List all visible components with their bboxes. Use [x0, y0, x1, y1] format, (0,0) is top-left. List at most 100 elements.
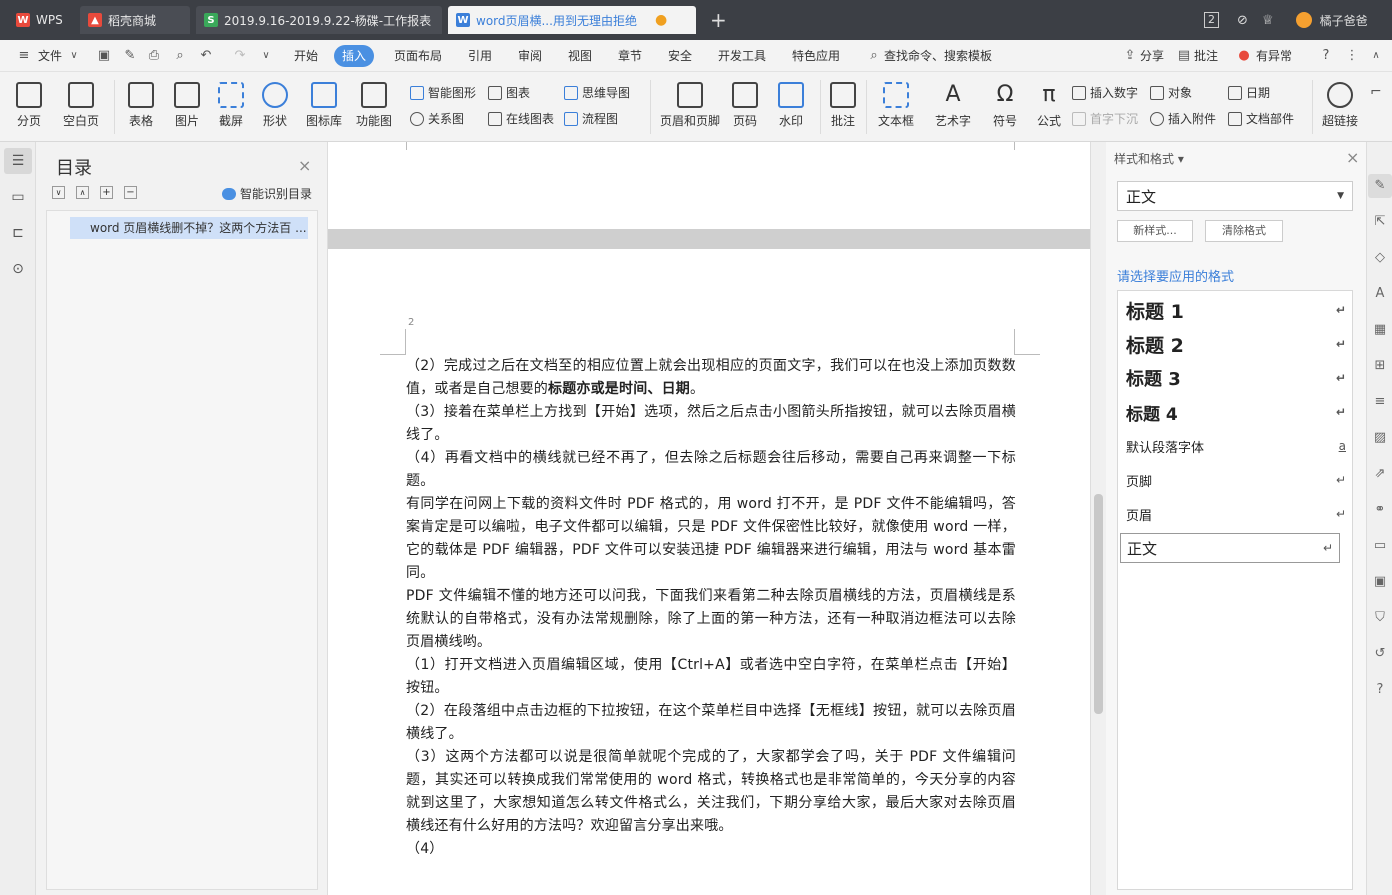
- anomaly-button[interactable]: 有异常: [1256, 40, 1292, 72]
- menu-home[interactable]: 开始: [294, 40, 318, 72]
- image-icon[interactable]: ▣: [1372, 574, 1388, 590]
- redo-icon[interactable]: ↷: [232, 48, 248, 64]
- watermark-button[interactable]: 水印: [774, 82, 808, 129]
- toc-item[interactable]: word 页眉横线删不掉？这两个方法百 ...: [70, 217, 308, 239]
- toc-list-icon[interactable]: ☰: [9, 152, 27, 170]
- more-icon[interactable]: ⋮: [1344, 48, 1360, 64]
- history-icon[interactable]: ↺: [1372, 646, 1388, 662]
- menu-chapter[interactable]: 章节: [618, 40, 642, 72]
- grid-icon[interactable]: ⊞: [1372, 358, 1388, 374]
- hyperlink-button[interactable]: 超链接: [1320, 82, 1360, 129]
- wordart-button[interactable]: A 艺术字: [930, 82, 976, 129]
- menu-page-layout[interactable]: 页面布局: [394, 40, 442, 72]
- header-footer-button[interactable]: 页眉和页脚: [658, 82, 722, 129]
- style-default-para-font[interactable]: 默认段落字体 a: [1126, 435, 1346, 457]
- collapse-ribbon-icon[interactable]: ∧: [1368, 48, 1384, 64]
- customize-quick-access-icon[interactable]: ∨: [258, 48, 274, 64]
- mindmap-button[interactable]: 思维导图: [564, 84, 630, 101]
- menu-review[interactable]: 审阅: [518, 40, 542, 72]
- flowchart-button[interactable]: 流程图: [564, 110, 618, 127]
- chevron-down-icon[interactable]: ∨: [66, 48, 82, 64]
- doc-parts-button[interactable]: 文档部件: [1228, 110, 1294, 127]
- undo-icon[interactable]: ↶: [198, 48, 214, 64]
- collapse-all-icon[interactable]: ∨: [52, 186, 65, 199]
- table-props-icon[interactable]: ▦: [1372, 322, 1388, 338]
- function-chart-button[interactable]: 功能图: [352, 82, 396, 129]
- paragraph[interactable]: PDF 文件编辑不懂的地方还可以问我，下面我们来看第二种去除页眉横线的方法，页眉…: [406, 585, 1016, 654]
- select-cursor-icon[interactable]: ⇱: [1372, 214, 1388, 230]
- share-button[interactable]: 分享: [1140, 40, 1164, 72]
- style-body-text[interactable]: 正文 ↵: [1120, 533, 1340, 563]
- paragraph[interactable]: （3）这两个方法都可以说是很简单就呢个完成的了，大家都学会了吗，关于 PDF 文…: [406, 746, 1016, 838]
- expand-plus-icon[interactable]: +: [100, 186, 113, 199]
- comment-menu-button[interactable]: 批注: [1194, 40, 1218, 72]
- drop-cap-button[interactable]: 首字下沉: [1072, 110, 1138, 127]
- command-search[interactable]: 查找命令、搜索模板: [884, 40, 992, 72]
- insert-number-button[interactable]: 插入数字: [1072, 84, 1138, 101]
- blank-page-button[interactable]: 空白页: [58, 82, 104, 129]
- shield-icon[interactable]: ⛉: [1372, 610, 1388, 626]
- menu-view[interactable]: 视图: [568, 40, 592, 72]
- paragraph[interactable]: 有同学在问网上下载的资料文件时 PDF 格式的，用 word 打不开，是 PDF…: [406, 493, 1016, 585]
- collapse-minus-icon[interactable]: −: [124, 186, 137, 199]
- tab-wps-home[interactable]: W WPS: [8, 6, 74, 34]
- save-icon[interactable]: ▣: [96, 48, 112, 64]
- menu-references[interactable]: 引用: [468, 40, 492, 72]
- style-panel-header[interactable]: 样式和格式 ▾: [1114, 150, 1184, 167]
- screenshot-button[interactable]: 截屏: [214, 82, 248, 129]
- style-heading-4[interactable]: 标题 4 ↵: [1126, 399, 1346, 425]
- picture-button[interactable]: 图片: [170, 82, 204, 129]
- close-icon[interactable]: ×: [1346, 148, 1359, 167]
- insert-comment-button[interactable]: 批注: [828, 82, 858, 129]
- style-format-icon[interactable]: ✎: [1372, 178, 1388, 194]
- user-name[interactable]: 橘子爸爸: [1320, 12, 1368, 29]
- clear-format-button[interactable]: 清除格式: [1205, 220, 1283, 242]
- paragraph[interactable]: （1）打开文档进入页眉编辑区域，使用【Ctrl+A】或者选中空白字符，在菜单栏点…: [406, 654, 1016, 700]
- relation-button[interactable]: 关系图: [410, 110, 464, 127]
- page-break-button[interactable]: 分页: [12, 82, 46, 129]
- skin-icon[interactable]: ♕: [1262, 13, 1274, 28]
- style-header[interactable]: 页眉 ↵: [1126, 503, 1346, 525]
- help-icon[interactable]: ?: [1318, 48, 1334, 64]
- menu-developer[interactable]: 开发工具: [718, 40, 766, 72]
- current-style-select[interactable]: 正文 ▼: [1117, 181, 1353, 211]
- text-effect-icon[interactable]: A: [1372, 286, 1388, 302]
- bookmark-panel-icon[interactable]: ⊏: [9, 224, 27, 242]
- paragraph[interactable]: （2）在段落组中点击边框的下拉按钮，在这个菜单栏目中选择【无框线】按钮，就可以去…: [406, 700, 1016, 746]
- tab-spreadsheet[interactable]: S 2019.9.16-2019.9.22-杨碟-工作报表: [196, 6, 442, 34]
- history-icon[interactable]: ⊘: [1237, 13, 1248, 28]
- export-icon[interactable]: ⇗: [1372, 466, 1388, 482]
- formula-button[interactable]: π 公式: [1034, 82, 1064, 129]
- document-canvas[interactable]: 2 （2）完成过之后在文档至的相应位置上就会出现相应的页面文字，我们可以在也没上…: [328, 142, 1090, 895]
- style-footer[interactable]: 页脚 ↵: [1126, 469, 1346, 491]
- date-button[interactable]: 日期: [1228, 84, 1270, 101]
- online-chart-button[interactable]: 在线图表: [488, 110, 554, 127]
- adjust-icon[interactable]: ≡: [1372, 394, 1388, 410]
- hamburger-icon[interactable]: ≡: [16, 48, 32, 64]
- object-button[interactable]: 对象: [1150, 84, 1192, 101]
- smart-graphic-button[interactable]: 智能图形: [410, 84, 476, 101]
- tab-docer-store[interactable]: ▲ 稻壳商城: [80, 6, 190, 34]
- symbol-button[interactable]: Ω 符号: [990, 82, 1020, 129]
- bookmark-icon[interactable]: ⌐: [1370, 84, 1382, 100]
- paragraph[interactable]: （4）: [406, 838, 1016, 861]
- picture-panel-icon[interactable]: ▨: [1372, 430, 1388, 446]
- paragraph[interactable]: （3）接着在菜单栏上方找到【开始】选项，然后之后点击小图箭头所指按钮，就可以去除…: [406, 401, 1016, 447]
- style-heading-1[interactable]: 标题 1 ↵: [1126, 297, 1346, 323]
- paragraph[interactable]: （2）完成过之后在文档至的相应位置上就会出现相应的页面文字，我们可以在也没上添加…: [406, 355, 1016, 401]
- menu-security[interactable]: 安全: [668, 40, 692, 72]
- vertical-scrollbar[interactable]: [1090, 142, 1106, 895]
- menu-insert[interactable]: 插入: [334, 45, 375, 67]
- page-thumbnail-icon[interactable]: ▭: [9, 188, 27, 206]
- attachment-button[interactable]: 插入附件: [1150, 110, 1216, 127]
- textbox-button[interactable]: 文本框: [874, 82, 918, 129]
- window-count-badge[interactable]: 2: [1204, 12, 1219, 28]
- new-style-button[interactable]: 新样式...: [1117, 220, 1193, 242]
- unsaved-dot-icon[interactable]: ●: [655, 12, 667, 28]
- shape-button[interactable]: 形状: [258, 82, 292, 129]
- table-button[interactable]: 表格: [124, 82, 158, 129]
- menu-special[interactable]: 特色应用: [792, 40, 840, 72]
- chart-button[interactable]: 图表: [488, 84, 530, 101]
- expand-up-icon[interactable]: ∧: [76, 186, 89, 199]
- scrollbar-thumb[interactable]: [1094, 494, 1103, 714]
